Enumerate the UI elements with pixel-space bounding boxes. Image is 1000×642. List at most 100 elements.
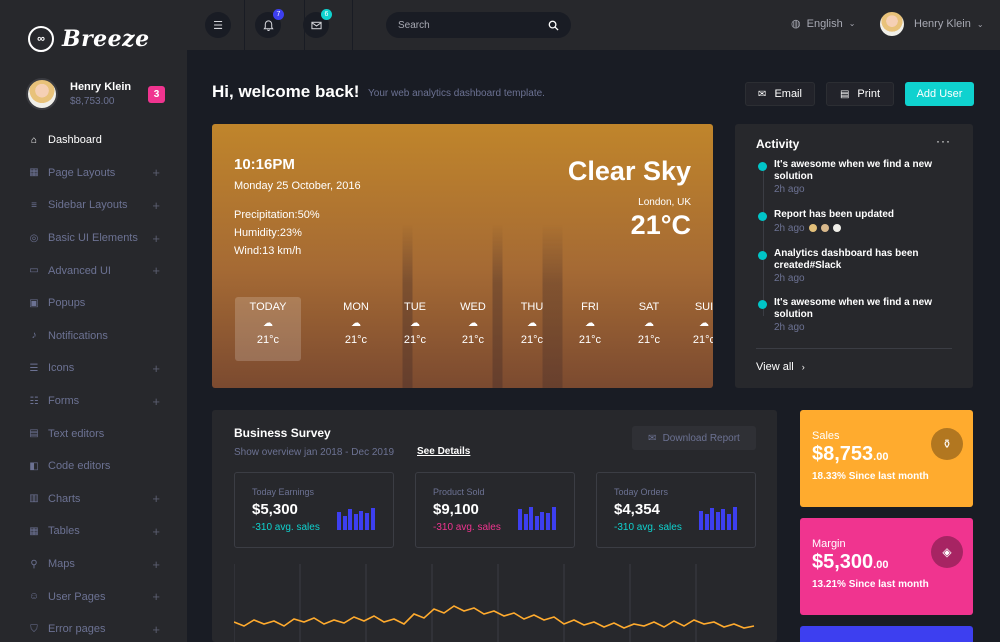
plus-icon: + bbox=[152, 621, 160, 637]
user-name: Henry Klein bbox=[914, 18, 971, 30]
stat-delta: -310 avg. sales bbox=[614, 522, 682, 533]
sidebar-profile[interactable]: Henry Klein $8,753.00 3 bbox=[26, 78, 171, 110]
stat-value: $4,354 bbox=[614, 501, 660, 518]
messages-count: 6 bbox=[321, 9, 332, 20]
see-details-link[interactable]: See Details bbox=[417, 446, 470, 457]
sidebar-item-page-layouts[interactable]: ▦ Page Layouts + bbox=[0, 157, 187, 190]
print-button[interactable]: ▤ Print bbox=[826, 82, 894, 106]
activity-time: 2h ago bbox=[774, 223, 958, 234]
cube-icon: ◈ bbox=[931, 536, 963, 568]
forecast-day-name: THU bbox=[520, 301, 544, 313]
forecast-temp: 21°c bbox=[403, 334, 427, 346]
sidebar-item-maps[interactable]: ⚲ Maps + bbox=[0, 548, 187, 581]
plus-icon: + bbox=[152, 230, 160, 246]
brand-name: Breeze bbox=[62, 26, 150, 52]
sidebar-item-label: Text editors bbox=[48, 427, 105, 440]
email-button[interactable]: ✉ Email bbox=[745, 82, 815, 106]
sidebar-item-error-pages[interactable]: ⛉ Error pages + bbox=[0, 613, 187, 642]
sidebar-item-notifications[interactable]: ♪ Notifications bbox=[0, 320, 187, 353]
activity-item[interactable]: Analytics dashboard has been created#Sla… bbox=[758, 248, 958, 284]
user-menu[interactable]: Henry Klein ⌄ bbox=[880, 12, 984, 36]
sidebar-item-label: Forms bbox=[48, 395, 80, 408]
avatar bbox=[880, 12, 904, 36]
stat-mini-chart bbox=[699, 504, 739, 530]
forecast-day-name: MON bbox=[343, 301, 369, 313]
list-icon: ≡ bbox=[31, 199, 37, 211]
stat-bar bbox=[546, 513, 550, 530]
stat-bar bbox=[359, 510, 364, 530]
forecast-day-name: FRI bbox=[581, 301, 599, 313]
sidebar-item-popups[interactable]: ▣ Popups bbox=[0, 287, 187, 320]
plus-icon: + bbox=[152, 556, 160, 572]
sidebar-item-dashboard[interactable]: ⌂ Dashboard bbox=[0, 124, 187, 157]
weather-card: 10:16PM Monday 25 October, 2016 Precipit… bbox=[212, 124, 713, 388]
stat-bar bbox=[342, 515, 347, 530]
timeline-dot bbox=[758, 162, 767, 171]
language-selector[interactable]: ◍ English ⌄ bbox=[791, 17, 855, 31]
sidebar-item-forms[interactable]: ☷ Forms + bbox=[0, 385, 187, 418]
sidebar-item-icons[interactable]: ☰ Icons + bbox=[0, 352, 187, 385]
forecast-temp: 21°c bbox=[256, 334, 280, 346]
card-note: 13.21% Since last month bbox=[812, 579, 929, 590]
brand-logo[interactable]: ∞ Breeze bbox=[28, 26, 150, 52]
forecast-day-name: SUI bbox=[694, 301, 713, 313]
search-input[interactable]: Search bbox=[386, 12, 571, 38]
plus-icon: + bbox=[152, 523, 160, 539]
activity-item[interactable]: It's awesome when we find a new solution… bbox=[758, 159, 958, 195]
forecast-temp: 21°c bbox=[637, 334, 661, 346]
sidebar-item-label: Dashboard bbox=[48, 134, 102, 147]
card-note: 18.33% Since last month bbox=[812, 471, 929, 482]
more-options-icon[interactable]: ··· bbox=[936, 134, 951, 148]
download-report-button[interactable]: ✉ Download Report bbox=[632, 426, 756, 450]
activity-item[interactable]: It's awesome when we find a new solution… bbox=[758, 297, 958, 333]
messages-button[interactable]: 6 bbox=[303, 9, 332, 38]
cloud-icon: ☁ bbox=[527, 318, 537, 329]
activity-item[interactable]: Report has been updated 2h ago bbox=[758, 209, 958, 234]
weather-wind: Wind:13 km/h bbox=[234, 245, 302, 257]
sidebar-item-label: Icons bbox=[48, 362, 75, 375]
sidebar-item-tables[interactable]: ▦ Tables + bbox=[0, 515, 187, 548]
card-label: Margin bbox=[812, 538, 846, 550]
avatar bbox=[832, 224, 841, 232]
sidebar-item-charts[interactable]: ▥ Charts + bbox=[0, 483, 187, 516]
stat-bar bbox=[518, 509, 522, 530]
survey-title: Business Survey bbox=[234, 426, 331, 440]
sidebar-item-label: Charts bbox=[48, 492, 81, 505]
stat-bar bbox=[534, 515, 539, 530]
notifications-button[interactable]: 7 bbox=[255, 9, 284, 38]
search-icon[interactable] bbox=[548, 20, 559, 31]
activity-time-label: 2h ago bbox=[774, 222, 805, 234]
add-user-button[interactable]: Add User bbox=[905, 82, 974, 106]
sidebar-item-basic-ui-elements[interactable]: ◎ Basic UI Elements + bbox=[0, 222, 187, 255]
activity-time-label: 2h ago bbox=[774, 322, 805, 333]
sidebar-item-code-editors[interactable]: ◧ Code editors bbox=[0, 450, 187, 483]
survey-subtitle: Show overview jan 2018 - Dec 2019 bbox=[234, 447, 395, 458]
card-value: $5,300.00 bbox=[812, 551, 888, 574]
forecast-day: TUE ☁ 21°c bbox=[382, 297, 448, 361]
sidebar-item-user-pages[interactable]: ☺ User Pages + bbox=[0, 580, 187, 613]
stat-bar bbox=[704, 514, 709, 530]
page-subtitle: Your web analytics dashboard template. bbox=[368, 88, 545, 99]
mail-icon: ✉ bbox=[648, 432, 657, 444]
forecast-day: TODAY ☁ 21°c bbox=[235, 297, 301, 361]
basket-icon: ⚱ bbox=[931, 428, 963, 460]
sidebar-item-advanced-ui[interactable]: ▭ Advanced UI + bbox=[0, 254, 187, 287]
forecast-day: MON ☁ 21°c bbox=[323, 297, 389, 361]
forecast-temp: 21°c bbox=[520, 334, 544, 346]
activity-card: Activity ··· It's awesome when we find a… bbox=[735, 124, 973, 388]
view-all-link[interactable]: View all › bbox=[756, 361, 805, 373]
stat-bar bbox=[551, 506, 556, 530]
sidebar-item-text-editors[interactable]: ▤ Text editors bbox=[0, 417, 187, 450]
forecast-day: FRI ☁ 21°c bbox=[557, 297, 623, 361]
weather-location: London, UK bbox=[638, 197, 691, 208]
stat-bar bbox=[348, 509, 353, 530]
plus-icon: + bbox=[152, 360, 160, 376]
menu-toggle-button[interactable]: ☰ bbox=[205, 12, 231, 38]
sidebar-item-sidebar-layouts[interactable]: ≡ Sidebar Layouts + bbox=[0, 189, 187, 222]
forecast-temp: 21°c bbox=[344, 334, 368, 346]
margin-card: Margin $5,300.00 13.21% Since last month ◈ bbox=[800, 518, 973, 615]
activity-text: It's awesome when we find a new solution bbox=[774, 159, 932, 182]
forecast-day-name: WED bbox=[460, 301, 486, 313]
activity-time: 2h ago bbox=[774, 322, 958, 333]
stat-value: $9,100 bbox=[433, 501, 479, 518]
